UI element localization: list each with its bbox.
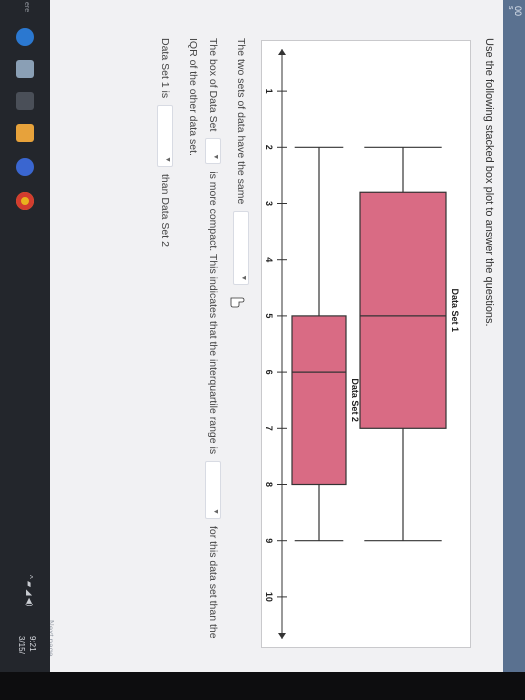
x-tick-label-7: 7 [264, 426, 274, 431]
chevron-down-icon: ▼ [212, 153, 219, 161]
question-3-suffix: than Data Set 2 [159, 173, 172, 247]
x-tick-label-4: 4 [264, 257, 274, 262]
x-tick-label-9: 9 [264, 538, 274, 543]
clock-time: 9:21 [28, 636, 37, 652]
x-tick-label-1: 1 [264, 89, 274, 94]
media-app-icon[interactable] [16, 158, 34, 176]
x-tick-label-8: 8 [264, 482, 274, 487]
taskbar-search-label[interactable]: ere [23, 2, 30, 12]
taskbar-clock[interactable]: 9:21 3/15/ [16, 636, 38, 654]
x-axis-right-arrow [278, 633, 286, 639]
question-2-suffix: for this data set than the [207, 525, 220, 639]
box-plot: 1 2 3 4 5 6 7 8 9 10 Data Set 1 Data Set 2 [261, 40, 471, 648]
page-counter-sub: s [507, 6, 514, 10]
x-tick-label-5: 5 [264, 313, 274, 318]
chrome-icon[interactable] [16, 192, 34, 210]
folder-icon[interactable] [16, 124, 34, 142]
box-plot-svg: 1 2 3 4 5 6 7 8 9 10 Data Set 1 Data Set 2 [264, 49, 460, 639]
chevron-down-icon: ▼ [164, 156, 171, 164]
browser-top-strip: 00 s [503, 0, 525, 672]
data-set-dropdown[interactable]: ▼ [205, 138, 221, 165]
question-3-prefix: Data Set 1 is [159, 38, 172, 99]
data-set-2-label: Data Set 2 [350, 378, 360, 422]
instruction-text: Use the following stacked box plot to an… [483, 38, 495, 327]
file-explorer-icon[interactable] [16, 60, 34, 78]
x-axis-left-arrow [278, 49, 286, 55]
data-set-1-label: Data Set 1 [450, 289, 460, 333]
page-counter: 00 [513, 6, 523, 17]
question-1-text: The two sets of data have the same [235, 38, 248, 205]
question-2-middle: is more compact. This indicates that the… [207, 171, 220, 455]
x-tick-label-10: 10 [264, 592, 274, 602]
x-tick-label-3: 3 [264, 201, 274, 206]
edge-icon[interactable] [16, 28, 34, 46]
hand-cursor-icon [230, 297, 245, 308]
laptop-screen: 00 s Use the following stacked box plot … [0, 0, 525, 672]
chevron-down-icon: ▼ [212, 508, 219, 516]
same-measure-dropdown[interactable]: ▼ [233, 211, 249, 286]
data-set-1-box [359, 191, 447, 429]
clock-date: 3/15/ [17, 636, 26, 654]
system-tray-icons[interactable]: ^ ▰ ◢ ◀) [25, 575, 34, 607]
x-tick-label-6: 6 [264, 370, 274, 375]
taskbar: ere ^ ▰ ◢ ◀) 9:21 3/15/ [0, 0, 50, 672]
spread-comparison-dropdown[interactable]: ▼ [157, 105, 173, 168]
store-icon[interactable] [16, 92, 34, 110]
iqr-comparison-dropdown[interactable]: ▼ [205, 461, 221, 520]
chevron-down-icon: ▼ [240, 274, 247, 282]
data-set-2-box [291, 315, 347, 486]
x-tick-label-2: 2 [264, 145, 274, 150]
question-3: Data Set 1 is ▼ than Data Set 2 [157, 38, 173, 247]
question-1: The two sets of data have the same ▼ [233, 38, 249, 289]
question-2-prefix: The box of Data Set [207, 38, 220, 132]
question-2: The box of Data Set ▼ is more compact. T… [205, 38, 221, 639]
question-content: Use the following stacked box plot to an… [46, 0, 503, 672]
question-2-line-2: IQR of the other data set. [187, 38, 199, 156]
